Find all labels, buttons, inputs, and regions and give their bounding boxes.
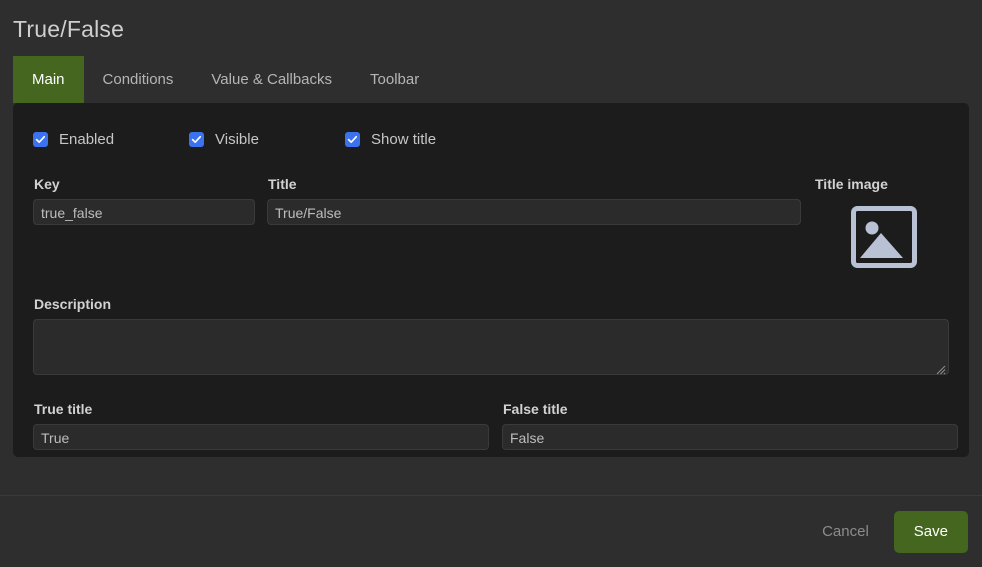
tab-toolbar[interactable]: Toolbar	[351, 56, 438, 103]
true-false-titles-row: True title True False title False	[33, 401, 958, 450]
tab-value-callbacks[interactable]: Value & Callbacks	[192, 56, 351, 103]
false-title-input[interactable]: False	[502, 424, 958, 450]
tab-conditions[interactable]: Conditions	[84, 56, 193, 103]
show-title-checkbox[interactable]: Show title	[345, 131, 436, 148]
visible-checkbox[interactable]: Visible	[189, 131, 345, 148]
key-field-group: Key true_false	[33, 176, 255, 268]
enabled-checkbox[interactable]: Enabled	[33, 131, 189, 148]
image-placeholder-icon[interactable]	[851, 206, 917, 268]
false-title-label: False title	[503, 401, 568, 417]
tab-main-label: Main	[32, 71, 65, 88]
enabled-label: Enabled	[59, 130, 115, 148]
tab-bar: Main Conditions Value & Callbacks Toolba…	[0, 56, 982, 103]
true-title-input[interactable]: True	[33, 424, 489, 450]
checkmark-icon	[345, 131, 360, 147]
checkmark-icon	[189, 131, 204, 147]
key-label: Key	[34, 176, 60, 192]
tab-conditions-label: Conditions	[102, 71, 174, 88]
checkmark-icon	[33, 131, 48, 147]
description-label: Description	[34, 296, 112, 312]
title-image-group: Title image	[813, 176, 949, 268]
cancel-button[interactable]: Cancel	[808, 514, 883, 549]
dialog-footer: Cancel Save	[0, 495, 982, 567]
tab-toolbar-label: Toolbar	[370, 71, 420, 88]
toggle-row: Enabled Visible Show title	[33, 128, 949, 150]
resize-handle-icon[interactable]	[936, 362, 946, 375]
page-title: True/False	[13, 16, 125, 42]
key-title-row: Key true_false Title True/False Title im…	[33, 176, 949, 268]
tab-value-callbacks-label: Value & Callbacks	[211, 71, 333, 88]
title-label: Title	[268, 176, 297, 192]
false-title-group: False title False	[502, 401, 958, 450]
true-title-label: True title	[34, 401, 93, 417]
true-title-group: True title True	[33, 401, 489, 450]
title-input[interactable]: True/False	[267, 199, 801, 225]
show-title-label: Show title	[371, 130, 437, 148]
title-image-label: Title image	[815, 176, 888, 192]
tab-main[interactable]: Main	[13, 56, 84, 103]
save-button[interactable]: Save	[893, 510, 968, 553]
title-field-group: Title True/False	[267, 176, 801, 268]
description-textarea[interactable]	[33, 319, 949, 375]
description-group: Description	[33, 296, 949, 375]
true-false-editor-window: True/False Main Conditions Value & Callb…	[0, 0, 982, 567]
key-input[interactable]: true_false	[33, 199, 255, 225]
main-settings-panel: Enabled Visible Show title Key true_fals…	[13, 103, 969, 457]
visible-label: Visible	[215, 130, 259, 148]
